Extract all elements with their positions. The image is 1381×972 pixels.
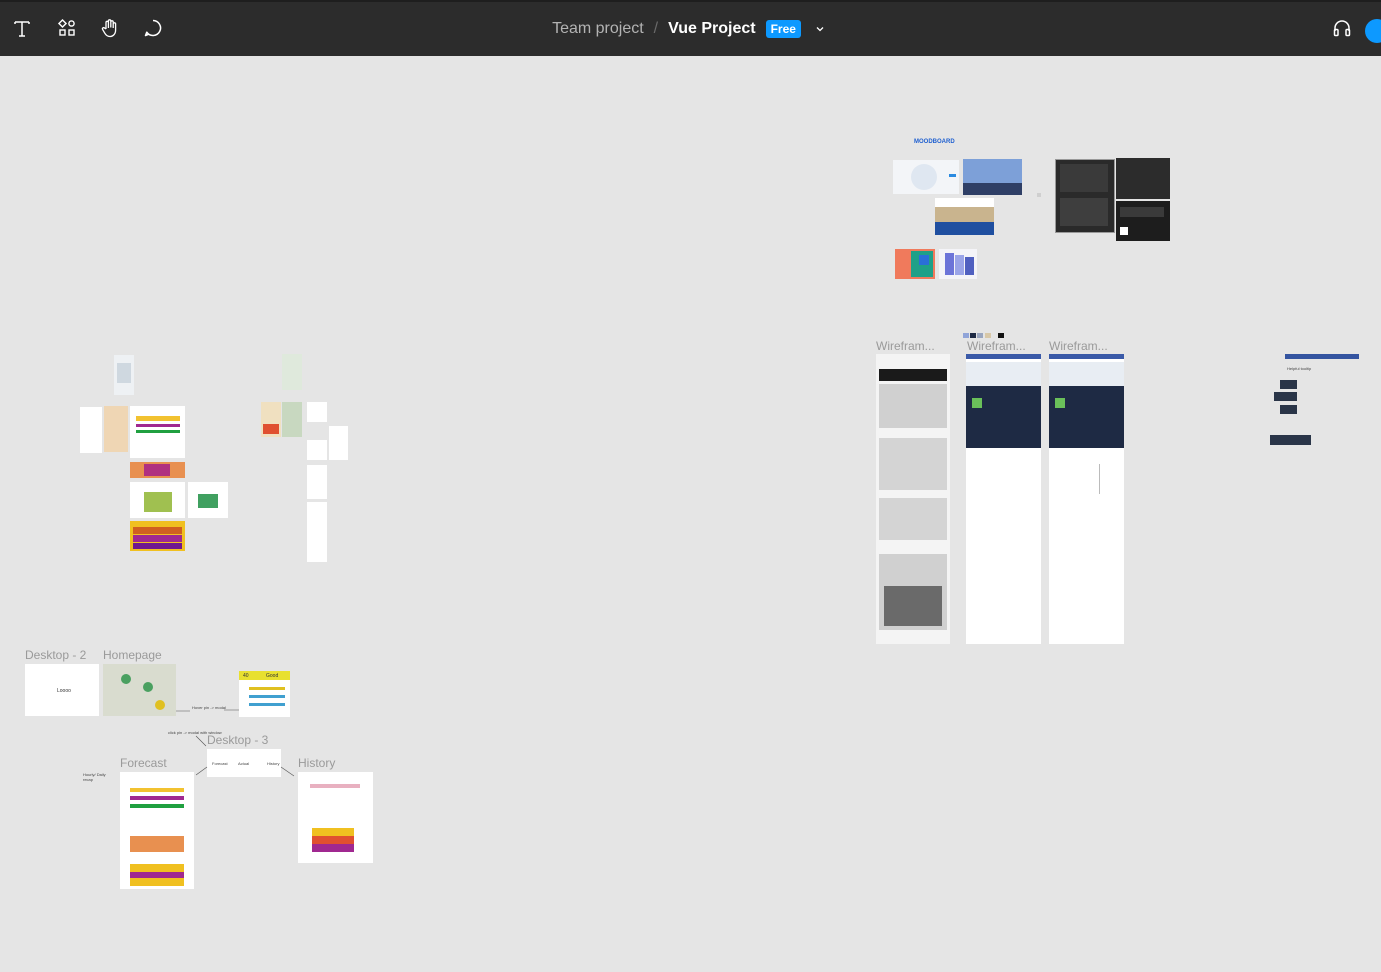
moodboard-image[interactable] [893, 160, 959, 194]
hand-icon [99, 17, 121, 39]
wireframe-frame[interactable] [1049, 354, 1124, 644]
table-mockup[interactable] [130, 521, 185, 551]
component-chip[interactable] [1270, 435, 1311, 445]
flow-annotation: Hover pin -> modal [192, 705, 226, 710]
components-icon [57, 18, 77, 38]
moodboard-image[interactable] [939, 249, 977, 279]
frame-label[interactable]: Homepage [103, 648, 162, 662]
side-note: Hourly/ Daily recap [83, 772, 106, 782]
audio-button[interactable] [1326, 12, 1358, 44]
wireframe-frame[interactable] [876, 354, 950, 644]
plan-badge[interactable]: Free [765, 20, 801, 38]
frame-label[interactable]: Desktop - 2 [25, 648, 86, 662]
component-navbar[interactable] [1285, 354, 1359, 359]
file-name[interactable]: Vue Project [668, 20, 755, 38]
hand-tool-button[interactable] [94, 12, 126, 44]
frame-label[interactable]: Desktop - 3 [207, 733, 268, 747]
headphones-icon [1331, 17, 1353, 39]
component-chip[interactable] [1280, 380, 1297, 389]
mobile-mockup[interactable] [282, 402, 302, 437]
text-icon [12, 18, 32, 38]
design-canvas[interactable]: MOODBOARD Wirefram... Wirefram... Wirefr… [0, 56, 1381, 972]
component-chip[interactable] [1280, 405, 1297, 414]
color-swatch [963, 333, 969, 338]
aq-modal-frame[interactable]: 40 Good [239, 671, 290, 717]
nav-item: History [267, 761, 280, 766]
breadcrumb: Team project / Vue Project Free [0, 2, 1381, 56]
mobile-mockup[interactable] [307, 402, 327, 422]
frame-content-text: Loooo [57, 688, 71, 694]
moodboard-dot [1037, 193, 1041, 197]
mobile-mockup[interactable] [307, 440, 327, 460]
mobile-mockup[interactable] [261, 402, 281, 437]
frame-label[interactable]: Wirefram... [1049, 339, 1108, 353]
mobile-mockup[interactable] [282, 354, 302, 390]
color-swatch [977, 333, 983, 338]
comment-tool-button[interactable] [137, 12, 169, 44]
avatar[interactable] [1365, 19, 1381, 43]
component-note: Helpful tooltip [1287, 366, 1312, 371]
text-tool-button[interactable] [6, 12, 38, 44]
moodboard-image[interactable] [1116, 158, 1170, 199]
breadcrumb-separator: / [653, 20, 659, 37]
moodboard-title: MOODBOARD [914, 139, 955, 145]
mobile-mockup[interactable] [188, 482, 228, 518]
wireframe-frame[interactable] [966, 354, 1041, 644]
heatmap-mockup[interactable] [130, 462, 185, 478]
moodboard-image[interactable] [963, 159, 1022, 195]
mobile-mockup[interactable] [104, 406, 128, 452]
desktop-3-frame[interactable]: Forecast Actual History [207, 749, 281, 777]
nav-item: Actual [238, 761, 250, 766]
top-toolbar: Team project / Vue Project Free [0, 0, 1381, 56]
components-tool-button[interactable] [51, 12, 83, 44]
frame-label[interactable]: Wirefram... [876, 339, 935, 353]
color-swatch [998, 333, 1004, 338]
team-name-link[interactable]: Team project [552, 20, 644, 38]
moodboard-image[interactable] [1116, 201, 1170, 241]
mobile-mockup[interactable] [114, 355, 134, 395]
desktop-2-frame[interactable]: Loooo [25, 664, 99, 716]
aq-status: Good [266, 673, 279, 679]
frame-label[interactable]: History [298, 756, 335, 770]
mobile-mockup[interactable] [307, 502, 327, 562]
moodboard-image[interactable] [935, 198, 994, 235]
chevron-down-icon[interactable] [815, 22, 829, 36]
color-swatch [985, 333, 991, 338]
mobile-mockup[interactable] [329, 426, 348, 460]
comment-icon [143, 18, 163, 38]
color-swatch [970, 333, 976, 338]
mobile-mockup[interactable] [307, 465, 327, 499]
forecast-mockup[interactable] [130, 406, 185, 458]
mobile-mockup[interactable] [80, 407, 102, 453]
homepage-frame[interactable] [103, 664, 176, 716]
aq-value: 40 [243, 673, 249, 679]
moodboard-image[interactable] [1055, 159, 1115, 233]
frame-label[interactable]: Wirefram... [967, 339, 1026, 353]
component-chip[interactable] [1274, 392, 1297, 401]
nav-item: Forecast [212, 761, 228, 766]
frame-label[interactable]: Forecast [120, 756, 167, 770]
forecast-frame[interactable] [120, 772, 194, 889]
moodboard-image[interactable] [895, 249, 935, 279]
map-mockup[interactable] [130, 482, 185, 518]
history-frame[interactable] [298, 772, 373, 863]
